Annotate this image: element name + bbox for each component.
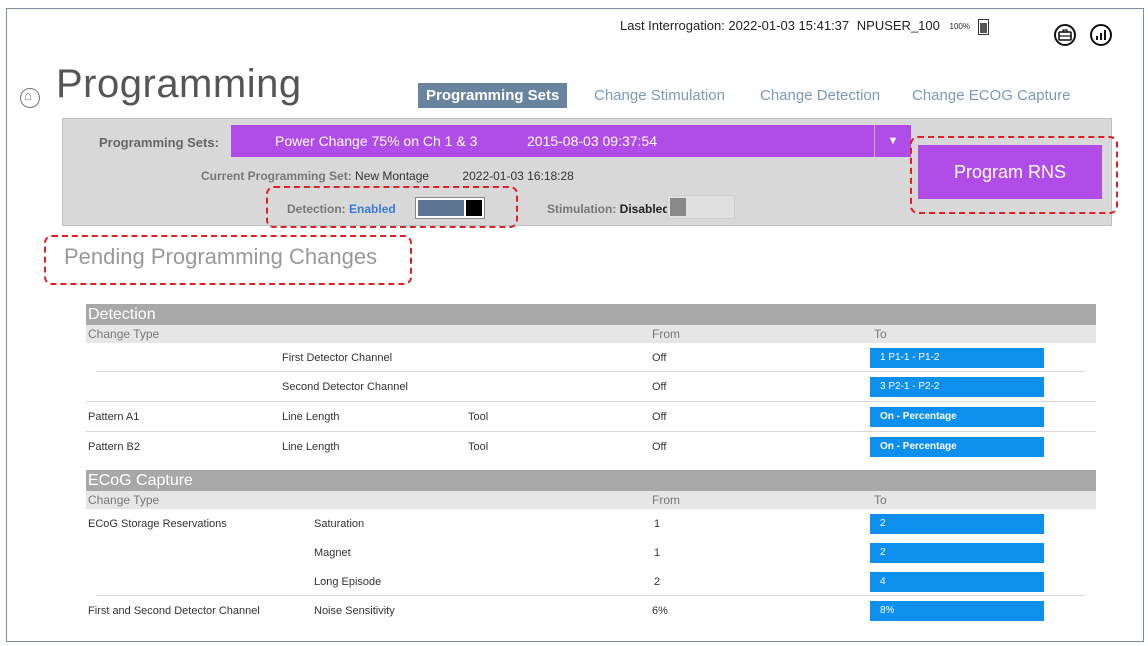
table-row: ECoG Storage Reservations Saturation 1 2 (86, 509, 1096, 538)
cell-c: Tool (468, 411, 489, 423)
col-change-type: Change Type (88, 327, 160, 341)
programming-sets-label: Programming Sets: (99, 135, 219, 150)
pending-changes-title: Pending Programming Changes (64, 244, 378, 269)
user-name: NPUSER_100 (856, 18, 940, 33)
cell-b: Noise Sensitivity (314, 605, 395, 617)
tab-programming-sets[interactable]: Programming Sets (418, 83, 568, 108)
page-title: Programming (56, 62, 302, 106)
table-row: Long Episode 2 4 (86, 567, 1096, 596)
ecog-column-header: Change Type From To (86, 491, 1096, 509)
col-from: From (652, 327, 680, 341)
cell-a: ECoG Storage Reservations (88, 518, 227, 530)
col-to: To (874, 493, 887, 507)
last-interrogation-time: 2022-01-03 15:41:37 (728, 18, 850, 33)
cell-b: Saturation (314, 518, 365, 530)
cell-to: On - Percentage (870, 407, 1044, 427)
dropdown-arrow-icon[interactable]: ▼ (874, 125, 911, 157)
cell-to: 2 (870, 514, 1044, 534)
tab-change-stimulation[interactable]: Change Stimulation (586, 83, 733, 108)
stimulation-value: Disabled (619, 202, 670, 216)
detection-section-header: Detection (86, 304, 1096, 325)
table-row: First and Second Detector Channel Noise … (86, 596, 1096, 625)
cell-from: Off (652, 381, 667, 393)
last-interrogation-label: Last Interrogation: (620, 18, 725, 33)
detection-column-header: Change Type From To (86, 325, 1096, 343)
tab-change-detection[interactable]: Change Detection (752, 83, 888, 108)
cell-from: Off (652, 441, 667, 453)
col-to: To (874, 327, 887, 341)
col-change-type: Change Type (88, 493, 160, 507)
cell-a: Pattern A1 (88, 411, 140, 423)
cell-c: Tool (468, 441, 489, 453)
stimulation-label: Stimulation: (547, 202, 617, 216)
ecog-section-header: ECoG Capture (86, 470, 1096, 491)
cell-b: Line Length (282, 411, 340, 423)
cell-a: First and Second Detector Channel (88, 605, 260, 617)
cell-b: Second Detector Channel (282, 381, 408, 393)
cell-from: 1 (654, 547, 661, 559)
briefcase-icon[interactable] (1054, 24, 1076, 46)
cell-a: Pattern B2 (88, 441, 140, 453)
current-set-name: New Montage (355, 169, 430, 183)
battery-percent: 100% (949, 22, 970, 32)
cell-from: 6% (652, 605, 668, 617)
highlight-detection-toggle (266, 186, 518, 228)
table-row: Second Detector Channel Off 3 P2-1 - P2-… (86, 372, 1096, 402)
highlight-program-button (910, 136, 1118, 214)
cell-to: 4 (870, 572, 1044, 592)
status-bar: Last Interrogation: 2022-01-03 15:41:37 … (620, 18, 989, 35)
cell-from: 1 (654, 518, 661, 530)
cell-b: Long Episode (314, 576, 382, 588)
cell-to: 8% (870, 601, 1044, 621)
cell-from: Off (652, 411, 667, 423)
table-row: Magnet 1 2 (86, 538, 1096, 567)
cell-b: Line Length (282, 441, 340, 453)
selected-set-name: Power Change 75% on Ch 1 & 3 (275, 133, 478, 149)
table-row: Pattern A1 Line Length Tool Off On - Per… (86, 402, 1096, 432)
cell-b: Magnet (314, 547, 351, 559)
cell-b: First Detector Channel (282, 352, 393, 364)
cell-to: 3 P2-1 - P2-2 (870, 377, 1044, 397)
stimulation-status: Stimulation: Disabled (547, 202, 670, 216)
cell-from: Off (652, 352, 667, 364)
pending-changes-table: Detection Change Type From To First Dete… (86, 304, 1096, 625)
table-row: Pattern B2 Line Length Tool Off On - Per… (86, 432, 1096, 461)
cell-to: 2 (870, 543, 1044, 563)
cell-to: 1 P1-1 - P1-2 (870, 348, 1044, 368)
col-from: From (652, 493, 680, 507)
stimulation-toggle[interactable] (667, 195, 735, 219)
home-icon[interactable] (20, 88, 40, 108)
programming-sets-dropdown[interactable]: Power Change 75% on Ch 1 & 3 2015-08-03 … (231, 125, 911, 157)
selected-set-date: 2015-08-03 09:37:54 (527, 133, 657, 149)
battery-icon (977, 18, 989, 35)
signal-icon[interactable] (1090, 24, 1112, 46)
current-set-date: 2022-01-03 16:18:28 (462, 169, 574, 183)
current-set-label: Current Programming Set: (201, 169, 352, 183)
cell-to: On - Percentage (870, 437, 1044, 457)
cell-from: 2 (654, 576, 661, 588)
table-row: First Detector Channel Off 1 P1-1 - P1-2 (86, 343, 1096, 372)
current-programming-set: Current Programming Set: New Montage 202… (201, 169, 574, 183)
tab-change-ecog-capture[interactable]: Change ECOG Capture (904, 83, 1078, 108)
